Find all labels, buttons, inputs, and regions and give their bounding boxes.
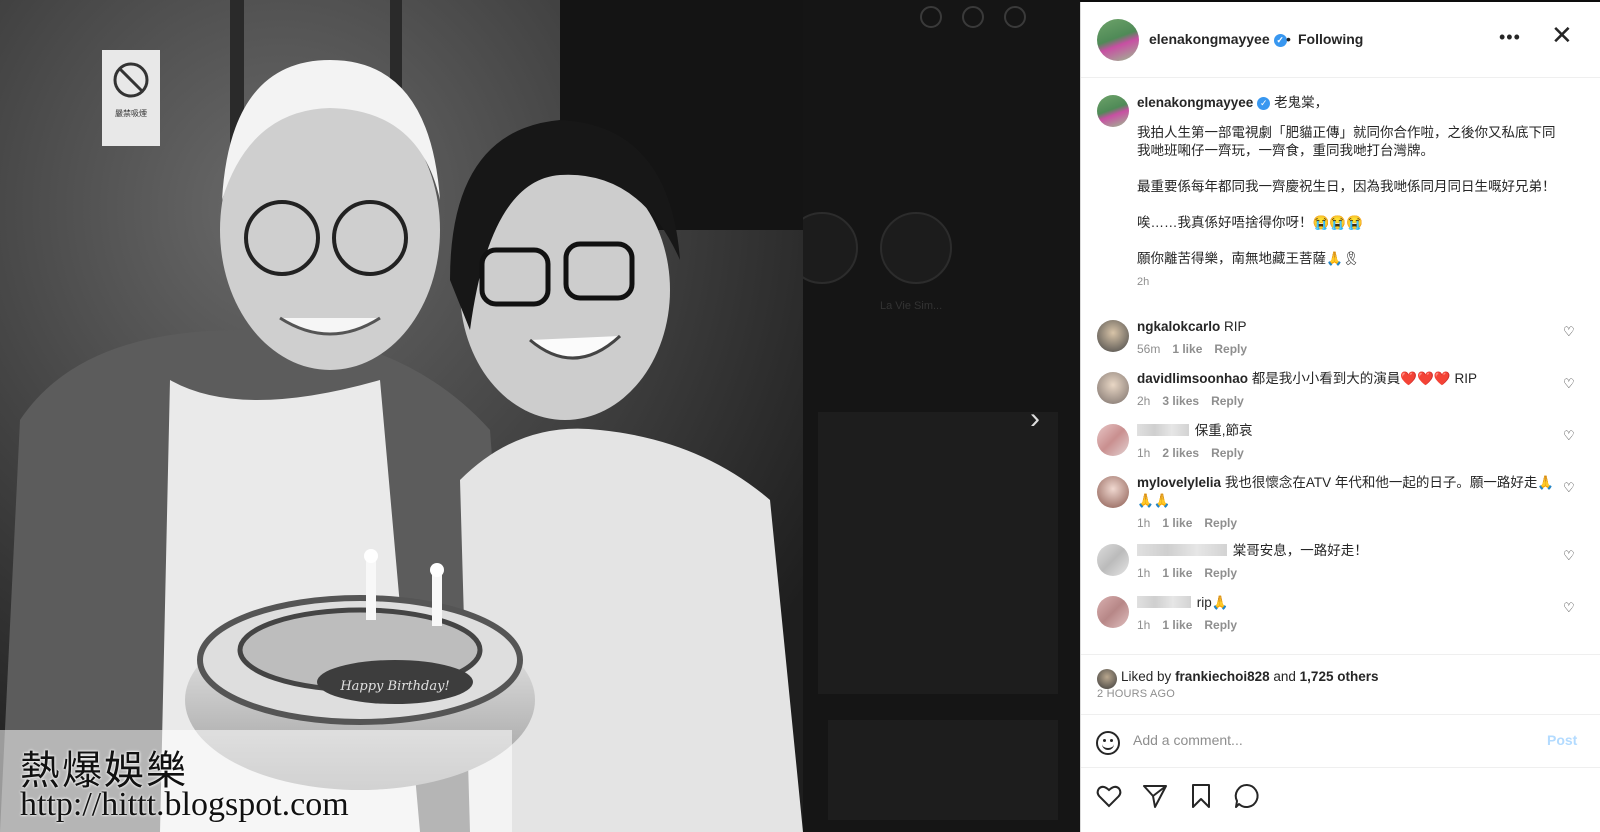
liked-by-prefix: Liked by	[1121, 669, 1172, 684]
post-header: elenakongmayyee ✓ • Following ••• ✕	[1081, 2, 1600, 78]
comment-reply-button[interactable]: Reply	[1211, 446, 1244, 460]
comment-likes[interactable]: 3 likes	[1162, 394, 1199, 408]
comment-avatar[interactable]	[1097, 320, 1129, 352]
comment-username[interactable]: ngkalokcarlo	[1137, 319, 1220, 334]
post-caption: elenakongmayyee ✓ 老鬼棠， 我拍人生第一部電視劇「肥貓正傳」就同…	[1137, 94, 1557, 291]
caption-username[interactable]: elenakongmayyee	[1137, 95, 1253, 110]
post-photo: 嚴禁吸煙 Happy Birthday! 熱爆娛樂 http://hittt.b…	[0, 0, 803, 832]
comment-text: 保重,節哀	[1194, 423, 1253, 438]
background-top-nav	[920, 6, 1026, 28]
blurred-username	[1137, 424, 1189, 436]
chevron-right-icon[interactable]: ›	[1030, 404, 1052, 435]
comment-time[interactable]: 1h	[1137, 618, 1150, 632]
messenger-icon	[962, 6, 984, 28]
comment-time[interactable]: 2h	[1137, 394, 1150, 408]
heart-icon[interactable]: ♡	[1563, 600, 1575, 616]
comment-avatar[interactable]	[1097, 372, 1129, 404]
caption-timestamp[interactable]: 2h	[1137, 276, 1149, 288]
watermark-url: http://hittt.blogspot.com	[20, 786, 349, 823]
likes-summary: Liked by frankiechoi828 and 1,725 others	[1081, 654, 1600, 689]
comment-bubble-icon[interactable]	[1233, 782, 1261, 810]
comment-text: 棠哥安息，一路好走！	[1232, 543, 1368, 558]
caption-greeting: 老鬼棠，	[1274, 95, 1329, 110]
blurred-username	[1137, 544, 1227, 556]
explore-icon	[1004, 6, 1026, 28]
liker-avatar[interactable]	[1097, 669, 1117, 689]
emoji-icon[interactable]	[1096, 731, 1120, 755]
heart-icon[interactable]: ♡	[1563, 376, 1575, 392]
caption-paragraph: 唉……我真係好唔捨得你呀！😭😭😭	[1137, 215, 1363, 230]
home-icon	[920, 6, 942, 28]
caption-avatar[interactable]	[1097, 95, 1129, 127]
verified-badge-icon: ✓	[1257, 97, 1271, 110]
cake-plaque-text: Happy Birthday!	[339, 679, 449, 694]
send-icon[interactable]	[1141, 782, 1169, 810]
verified-badge-icon: ✓	[1273, 34, 1287, 47]
comment-text: rip🙏	[1196, 595, 1229, 610]
comment-avatar[interactable]	[1097, 544, 1129, 576]
caption-paragraph: 最重要係每年都同我一齊慶祝生日，因為我哋係同月同日生嘅好兄弟！	[1137, 179, 1556, 194]
post-detail-panel: elenakongmayyee ✓ • Following ••• ✕ elena…	[1080, 2, 1600, 832]
comments-list[interactable]: ngkalokcarlo RIP 56m 1 like Reply ♡ davidl…	[1081, 318, 1600, 652]
post-comment-button[interactable]: Post	[1547, 732, 1577, 748]
header-separator: •	[1286, 31, 1291, 47]
comment-likes[interactable]: 1 like	[1162, 516, 1192, 530]
comment-reply-button[interactable]: Reply	[1214, 342, 1247, 356]
comment-reply-button[interactable]: Reply	[1204, 618, 1237, 632]
comment-username[interactable]: mylovelylelia	[1137, 475, 1221, 490]
heart-icon[interactable]: ♡	[1563, 480, 1575, 496]
avatar[interactable]	[1097, 19, 1139, 61]
comment-avatar[interactable]	[1097, 476, 1129, 508]
more-options-icon[interactable]: •••	[1499, 27, 1521, 48]
comment-likes[interactable]: 2 likes	[1162, 446, 1199, 460]
caption-paragraph: 願你離苦得樂，南無地藏王菩薩🙏🎗	[1137, 251, 1360, 266]
liked-by-user[interactable]: frankiechoi828	[1175, 669, 1270, 684]
heart-icon[interactable]: ♡	[1563, 324, 1575, 340]
comment-time[interactable]: 56m	[1137, 342, 1160, 356]
comment-text: RIP	[1224, 319, 1247, 334]
bookmark-icon[interactable]	[1187, 782, 1215, 810]
heart-icon[interactable]	[1095, 782, 1123, 810]
heart-icon[interactable]: ♡	[1563, 548, 1575, 564]
liked-by-conj: and	[1273, 669, 1296, 684]
comment-reply-button[interactable]: Reply	[1211, 394, 1244, 408]
comment-likes[interactable]: 1 like	[1162, 618, 1192, 632]
comment-time[interactable]: 1h	[1137, 566, 1150, 580]
background-story	[880, 212, 952, 284]
comment-likes[interactable]: 1 like	[1162, 566, 1192, 580]
instagram-post-modal: La Vie Sim... 嚴禁吸煙 Happy Birthday! 熱爆娛樂 …	[0, 0, 1600, 832]
no-smoking-sign: 嚴禁吸煙	[102, 50, 160, 146]
comment-likes[interactable]: 1 like	[1172, 342, 1202, 356]
add-comment-bar: Post	[1081, 714, 1600, 768]
photo-illustration: 嚴禁吸煙 Happy Birthday!	[0, 0, 803, 832]
background-story-label: La Vie Sim...	[880, 300, 943, 312]
heart-icon[interactable]: ♡	[1563, 428, 1575, 444]
comment-avatar[interactable]	[1097, 596, 1129, 628]
blurred-username	[1137, 596, 1191, 608]
comment-text: 都是我小小看到大的演員❤️❤️❤️ RIP	[1251, 371, 1477, 386]
following-button[interactable]: Following	[1298, 31, 1363, 47]
background-post-image	[828, 720, 1058, 820]
comment-reply-button[interactable]: Reply	[1204, 566, 1237, 580]
post-age[interactable]: 2 HOURS AGO	[1097, 688, 1175, 700]
caption-paragraph: 我拍人生第一部電視劇「肥貓正傳」就同你合作啦，之後你又私底下同我哋班啝仔一齊玩，…	[1137, 125, 1556, 158]
comment-time[interactable]: 1h	[1137, 446, 1150, 460]
background-post-image	[818, 412, 1058, 694]
comment-input[interactable]	[1133, 732, 1513, 748]
comment-username[interactable]: davidlimsoonhao	[1137, 371, 1248, 386]
header-username[interactable]: elenakongmayyee	[1149, 31, 1270, 47]
comment-time[interactable]: 1h	[1137, 516, 1150, 530]
action-bar	[1081, 768, 1600, 828]
liked-by-others[interactable]: 1,725 others	[1300, 669, 1379, 684]
comment-reply-button[interactable]: Reply	[1204, 516, 1237, 530]
comment-avatar[interactable]	[1097, 424, 1129, 456]
close-icon[interactable]: ✕	[1551, 22, 1573, 48]
sign-text: 嚴禁吸煙	[115, 109, 147, 118]
